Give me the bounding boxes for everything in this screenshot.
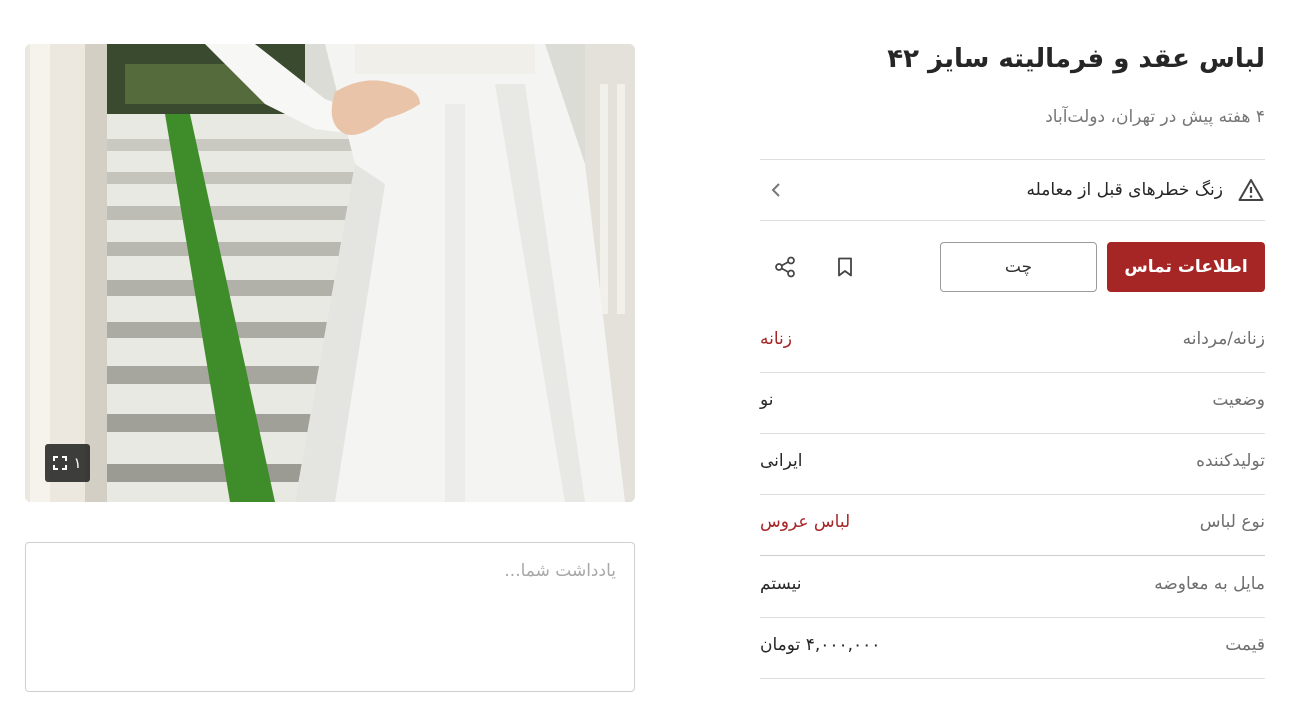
attribute-row-manufacturer: تولیدکننده ایرانی (760, 433, 1265, 494)
attribute-value: نو (760, 390, 774, 410)
listing-subtitle: ۴ هفته پیش در تهران، دولت‌آباد (1045, 107, 1265, 127)
image-count-badge[interactable]: ۱ (45, 444, 90, 482)
divider (760, 220, 1265, 221)
attribute-value: نیستم (760, 574, 802, 594)
attribute-row-dress-type: نوع لباس لباس عروس (760, 494, 1265, 555)
contact-info-button[interactable]: اطلاعات تماس (1107, 242, 1265, 292)
chat-button[interactable]: چت (940, 242, 1097, 292)
attribute-row-condition: وضعیت نو (760, 372, 1265, 433)
safety-warning-link[interactable]: زنگ خطرهای قبل از معامله (760, 160, 1265, 220)
attribute-key: مایل به معاوضه (1154, 574, 1265, 594)
page-title: لباس عقد و فرمالیته سایز ۴۲ (887, 44, 1265, 74)
warning-triangle-icon (1237, 176, 1265, 204)
attribute-key: قیمت (1225, 635, 1265, 655)
divider (760, 678, 1265, 679)
attribute-value-link[interactable]: زنانه (760, 329, 792, 349)
price-value: ۴,۰۰۰,۰۰۰ تومان (760, 635, 881, 655)
attribute-key: تولیدکننده (1196, 451, 1265, 471)
chevron-left-icon (766, 180, 786, 200)
attribute-row-gender: زنانه/مردانه زنانه (760, 311, 1265, 372)
expand-icon (53, 456, 68, 470)
safety-warning-label: زنگ خطرهای قبل از معامله (1026, 180, 1223, 200)
attribute-key: نوع لباس (1199, 512, 1265, 532)
note-input[interactable] (25, 542, 635, 692)
attribute-key: وضعیت (1212, 390, 1265, 410)
dress-photo-image (25, 44, 635, 502)
bookmark-icon[interactable] (830, 252, 860, 282)
share-icon[interactable] (770, 252, 800, 282)
attribute-row-exchange: مایل به معاوضه نیستم (760, 556, 1265, 617)
action-bar: اطلاعات تماس چت (760, 242, 1265, 292)
attribute-row-price: قیمت ۴,۰۰۰,۰۰۰ تومان (760, 617, 1265, 678)
image-count: ۱ (73, 454, 82, 472)
attribute-value-link[interactable]: لباس عروس (760, 512, 850, 532)
attribute-value: ایرانی (760, 451, 803, 471)
attribute-key: زنانه/مردانه (1182, 329, 1265, 349)
listing-photo[interactable]: ۱ (25, 44, 635, 502)
